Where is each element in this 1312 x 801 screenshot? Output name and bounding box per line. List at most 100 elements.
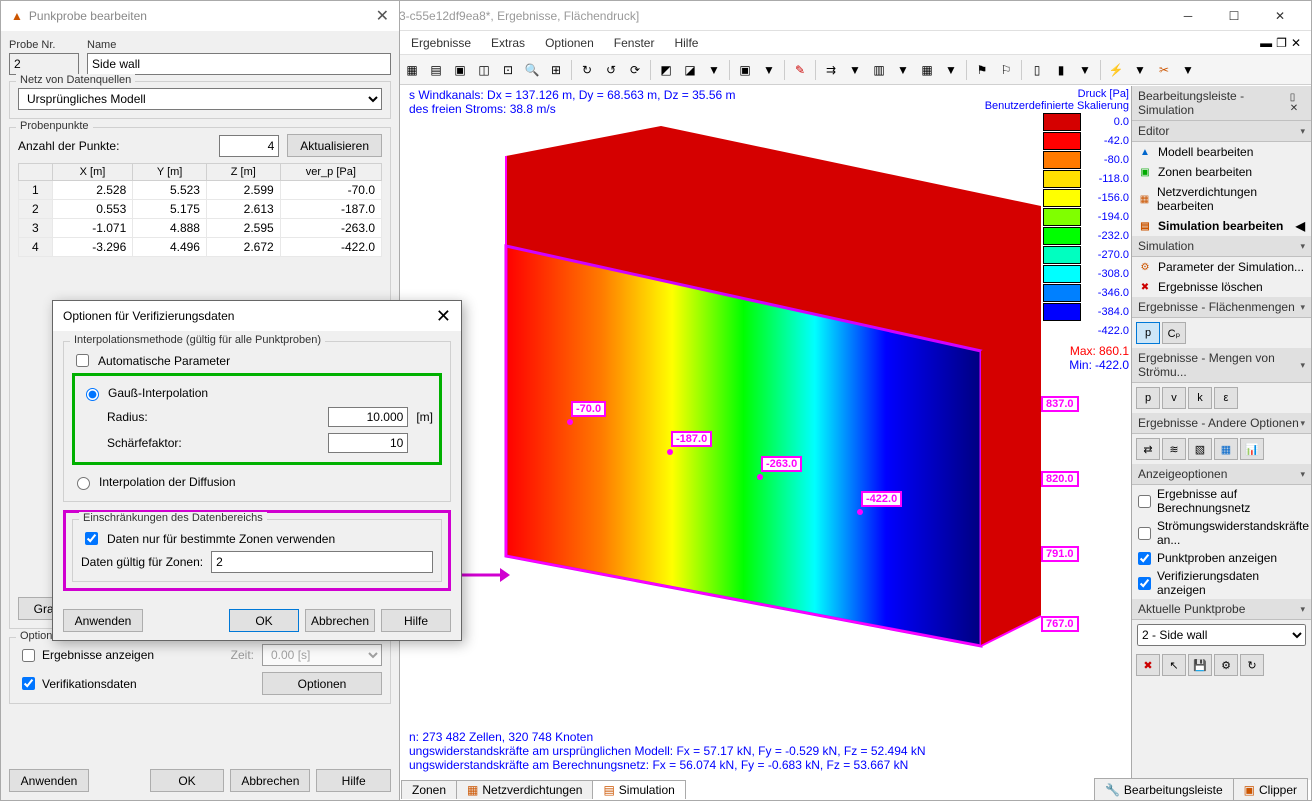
editor-simulation[interactable]: ▤Simulation bearbeiten◀ <box>1132 216 1311 236</box>
tool-btn[interactable]: ◩ <box>655 59 677 81</box>
options-button[interactable]: Optionen <box>262 672 382 695</box>
viewport[interactable]: s Windkanals: Dx = 137.126 m, Dy = 68.56… <box>401 86 1131 780</box>
tool-btn[interactable]: ▼ <box>1074 59 1096 81</box>
tab-simulation[interactable]: ▤Simulation <box>592 780 685 799</box>
tab-editbar[interactable]: 🔧Bearbeitungsleiste <box>1094 778 1234 800</box>
help-button[interactable]: Hilfe <box>316 769 391 792</box>
probe-nr-input[interactable] <box>9 53 79 75</box>
tool-btn[interactable]: ⊞ <box>545 59 567 81</box>
tool-btn[interactable]: ◫ <box>473 59 495 81</box>
btn-flow-p[interactable]: p <box>1136 387 1160 409</box>
section-editor[interactable]: Editor▾ <box>1132 121 1311 142</box>
tool-btn[interactable]: ▼ <box>844 59 866 81</box>
tool-btn[interactable]: ▦ <box>916 59 938 81</box>
tool-btn[interactable]: ▤ <box>425 59 447 81</box>
tool-btn[interactable]: ▣ <box>734 59 756 81</box>
radius-input[interactable] <box>328 407 408 427</box>
other-btn[interactable]: ▦ <box>1214 438 1238 460</box>
points-table[interactable]: X [m]Y [m]Z [m]ver_p [Pa] 12.5285.5232.5… <box>18 163 382 257</box>
menu-extras[interactable]: Extras <box>481 33 535 53</box>
tool-btn[interactable]: ⚑ <box>971 59 993 81</box>
other-btn[interactable]: ⇄ <box>1136 438 1160 460</box>
tool-btn[interactable]: ▼ <box>758 59 780 81</box>
zones-input[interactable] <box>211 551 433 573</box>
close-button[interactable]: ✕ <box>1257 1 1303 31</box>
opts-cancel-button[interactable]: Abbrechen <box>305 609 375 632</box>
tool-btn[interactable]: ▮ <box>1050 59 1072 81</box>
diffusion-radio[interactable] <box>77 477 90 490</box>
btn-cp[interactable]: Cₚ <box>1162 322 1186 344</box>
btn-p[interactable]: p <box>1136 322 1160 344</box>
close-icon[interactable]: ✕ <box>376 6 389 26</box>
btn-flow-eps[interactable]: ε <box>1214 387 1238 409</box>
probe-delete[interactable]: ✖ <box>1136 654 1160 676</box>
probe-save[interactable]: 💾 <box>1188 654 1212 676</box>
btn-flow-k[interactable]: k <box>1188 387 1212 409</box>
other-btn[interactable]: ≋ <box>1162 438 1186 460</box>
tab-clipper[interactable]: ▣Clipper <box>1233 778 1308 800</box>
tool-btn[interactable]: ▣ <box>449 59 471 81</box>
gauss-radio[interactable] <box>86 388 99 401</box>
tool-btn[interactable]: ↻ <box>576 59 598 81</box>
btn-flow-v[interactable]: v <box>1162 387 1186 409</box>
editor-model[interactable]: ▲Modell bearbeiten <box>1132 142 1311 162</box>
tool-btn[interactable]: ▼ <box>1129 59 1151 81</box>
tool-btn[interactable]: ▼ <box>892 59 914 81</box>
ok-button[interactable]: OK <box>150 769 225 792</box>
section-display[interactable]: Anzeigeoptionen▾ <box>1132 464 1311 485</box>
sharpness-input[interactable] <box>328 433 408 453</box>
apply-button[interactable]: Anwenden <box>9 769 89 792</box>
zones-only-check[interactable] <box>85 532 98 545</box>
section-simulation[interactable]: Simulation▾ <box>1132 236 1311 257</box>
mdi-close-icon[interactable]: ✕ <box>1291 36 1301 50</box>
editor-mesh[interactable]: ▦Netzverdichtungen bearbeiten <box>1132 182 1311 216</box>
tool-btn[interactable]: ▯ <box>1026 59 1048 81</box>
tool-btn[interactable]: ⚡ <box>1105 59 1127 81</box>
other-btn[interactable]: 📊 <box>1240 438 1264 460</box>
cancel-button[interactable]: Abbrechen <box>230 769 310 792</box>
tool-btn[interactable]: 🔍 <box>521 59 543 81</box>
tool-btn[interactable]: ▦ <box>401 59 423 81</box>
probe-name-input[interactable] <box>87 53 391 75</box>
opts-help-button[interactable]: Hilfe <box>381 609 451 632</box>
probe-select[interactable]: ↖ <box>1162 654 1186 676</box>
sim-params[interactable]: ⚙Parameter der Simulation... <box>1132 257 1311 277</box>
probe-refresh[interactable]: ↻ <box>1240 654 1264 676</box>
menu-results[interactable]: Ergebnisse <box>401 33 481 53</box>
menu-window[interactable]: Fenster <box>604 33 665 53</box>
verif-data-check[interactable] <box>22 677 35 690</box>
display-check[interactable]: Punktproben anzeigen <box>1132 549 1311 567</box>
section-results-flow[interactable]: Ergebnisse - Mengen von Strömu...▾ <box>1132 348 1311 383</box>
tab-mesh[interactable]: ▦Netzverdichtungen <box>456 780 593 799</box>
other-btn[interactable]: ▧ <box>1188 438 1212 460</box>
menu-options[interactable]: Optionen <box>535 33 604 53</box>
tool-btn[interactable]: ◪ <box>679 59 701 81</box>
display-check[interactable]: Strömungswiderstandskräfte an... <box>1132 517 1311 549</box>
sim-delete[interactable]: ✖Ergebnisse löschen <box>1132 277 1311 297</box>
current-probe-select[interactable]: 2 - Side wall <box>1137 624 1306 646</box>
opts-apply-button[interactable]: Anwenden <box>63 609 143 632</box>
mdi-restore-icon[interactable]: ❐ <box>1276 36 1287 50</box>
section-results-surf[interactable]: Ergebnisse - Flächenmengen▾ <box>1132 297 1311 318</box>
minimize-button[interactable]: ─ <box>1165 1 1211 31</box>
tool-btn[interactable]: ▥ <box>868 59 890 81</box>
opts-ok-button[interactable]: OK <box>229 609 299 632</box>
mdi-minimize-icon[interactable]: ▬ <box>1260 36 1272 50</box>
editor-zones[interactable]: ▣Zonen bearbeiten <box>1132 162 1311 182</box>
tool-btn[interactable]: ▼ <box>1177 59 1199 81</box>
point-count-input[interactable] <box>219 135 279 157</box>
tab-zones[interactable]: Zonen <box>401 780 457 799</box>
maximize-button[interactable]: ☐ <box>1211 1 1257 31</box>
menu-help[interactable]: Hilfe <box>664 33 708 53</box>
update-button[interactable]: Aktualisieren <box>287 134 382 157</box>
auto-params-check[interactable] <box>76 354 89 367</box>
tool-btn[interactable]: ⊡ <box>497 59 519 81</box>
display-check[interactable]: Ergebnisse auf Berechnungsnetz <box>1132 485 1311 517</box>
tool-btn[interactable]: ▼ <box>940 59 962 81</box>
section-results-other[interactable]: Ergebnisse - Andere Optionen▾ <box>1132 413 1311 434</box>
tool-btn[interactable]: ✎ <box>789 59 811 81</box>
show-results-check[interactable] <box>22 649 35 662</box>
tool-btn[interactable]: ⟳ <box>624 59 646 81</box>
display-check[interactable]: Verifizierungsdaten anzeigen <box>1132 567 1311 599</box>
section-current-probe[interactable]: Aktuelle Punktprobe▾ <box>1132 599 1311 620</box>
